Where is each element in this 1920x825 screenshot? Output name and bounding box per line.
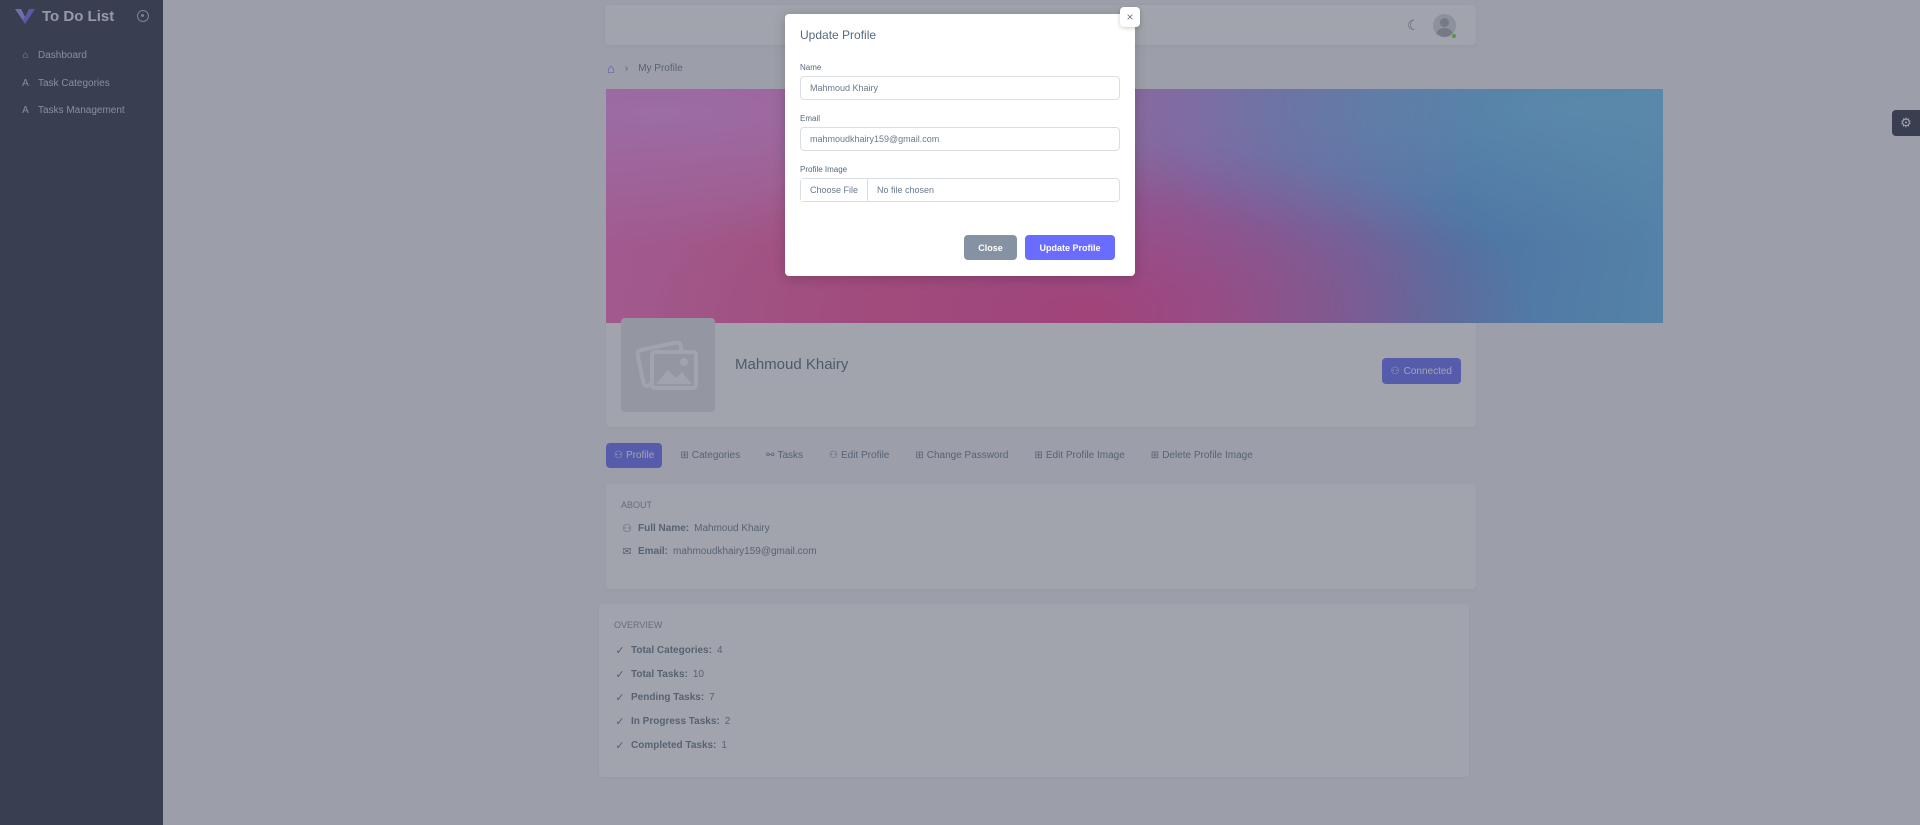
close-button[interactable]: Close [964, 235, 1017, 260]
profile-image-file-input[interactable]: Choose File No file chosen [800, 178, 1120, 202]
update-profile-button[interactable]: Update Profile [1025, 235, 1115, 260]
email-field[interactable]: mahmoudkhairy159@gmail.com [800, 127, 1120, 151]
profile-image-label: Profile Image [800, 165, 848, 174]
update-profile-modal: × Update Profile Name Mahmoud Khairy Ema… [785, 7, 1140, 276]
name-label: Name [800, 63, 822, 72]
file-name-text: No file chosen [877, 185, 935, 195]
name-field[interactable]: Mahmoud Khairy [800, 76, 1120, 100]
email-label: Email [800, 114, 821, 123]
choose-file-button[interactable]: Choose File [801, 179, 869, 201]
close-icon[interactable]: × [1120, 7, 1140, 27]
modal-title: Update Profile [800, 28, 877, 42]
